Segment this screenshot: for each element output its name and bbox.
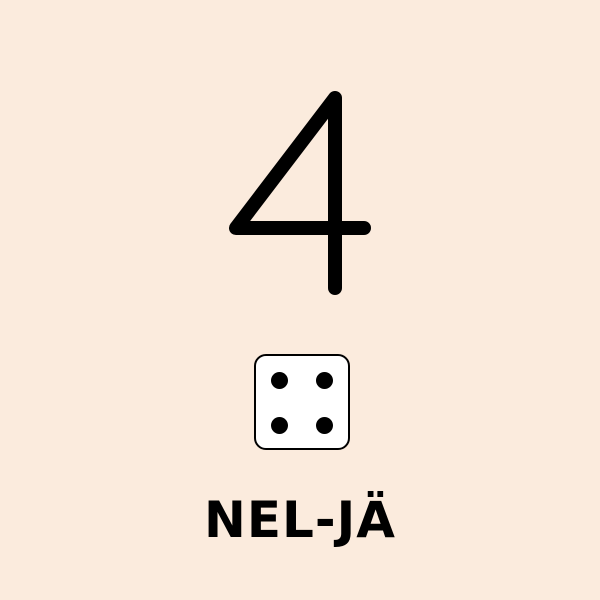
die-pip — [316, 372, 333, 389]
numeral-four — [226, 88, 374, 298]
die-pip — [271, 417, 288, 434]
numeral-four-glyph — [229, 91, 371, 295]
number-card: NEL-JÄ — [0, 0, 600, 600]
number-word: NEL-JÄ — [204, 491, 396, 549]
die-pip — [271, 372, 288, 389]
die-pip — [316, 417, 333, 434]
die-four-icon — [254, 354, 350, 450]
numeral-four-stroke — [229, 91, 371, 295]
